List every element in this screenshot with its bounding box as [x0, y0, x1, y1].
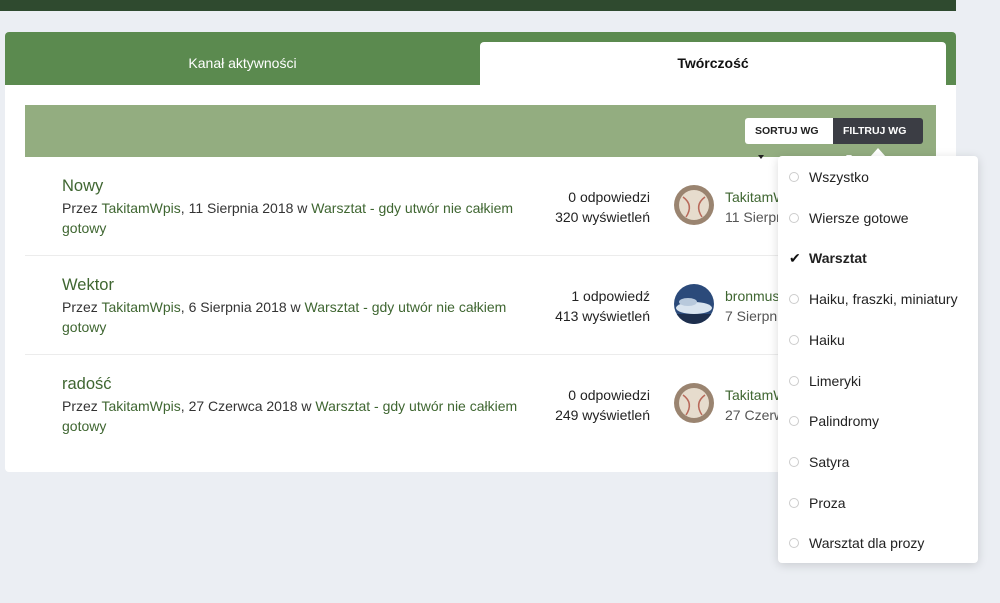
topic-stats: 1 odpowiedź 413 wyświetleń: [495, 286, 650, 326]
avatar[interactable]: [674, 185, 714, 225]
topic-stats: 0 odpowiedzi 320 wyświetleń: [495, 187, 650, 227]
filter-option-label: Satyra: [809, 454, 850, 470]
filter-option-selected[interactable]: ✔ Warsztat: [778, 238, 978, 278]
radio-icon: [789, 498, 799, 508]
filter-button[interactable]: FILTRUJ WG: [833, 118, 923, 160]
filter-dropdown-menu: Wszystko Wiersze gotowe ✔ Warsztat Haiku,…: [778, 156, 978, 563]
topic-author-link[interactable]: TakitamWpis: [101, 299, 180, 315]
sort-button-label: SORTUJ WG: [755, 125, 819, 137]
radio-icon: [789, 213, 799, 223]
filter-option[interactable]: Haiku, fraszki, miniatury: [778, 279, 978, 319]
topic-title[interactable]: radość: [62, 375, 112, 394]
meta-prefix: Przez: [62, 200, 102, 216]
filter-option-label: Palindromy: [809, 413, 880, 429]
sort-button[interactable]: SORTUJ WG: [745, 118, 833, 160]
filter-option[interactable]: Limeryki: [778, 361, 978, 401]
topic-meta: Przez TakitamWpis, 27 Czerwca 2018 w War…: [62, 396, 522, 436]
radio-icon: [789, 416, 799, 426]
topic-meta: Przez TakitamWpis, 6 Sierpnia 2018 w War…: [62, 297, 522, 337]
checkmark-icon: ✔: [789, 250, 801, 266]
filter-option[interactable]: Warsztat dla prozy: [778, 523, 978, 563]
avatar[interactable]: [674, 284, 714, 324]
topic-stats: 0 odpowiedzi 249 wyświetleń: [495, 385, 650, 425]
tab-activity-feed[interactable]: Kanał aktywności: [5, 42, 480, 85]
radio-icon: [789, 538, 799, 548]
view-count: 320 wyświetleń: [555, 209, 650, 225]
topic-date: , 6 Sierpnia 2018 w: [180, 299, 305, 315]
top-bar: [0, 0, 956, 11]
filter-option[interactable]: Haiku: [778, 320, 978, 360]
avatar[interactable]: [674, 383, 714, 423]
filter-button-label: FILTRUJ WG: [843, 125, 907, 137]
topic-author-link[interactable]: TakitamWpis: [101, 200, 180, 216]
filter-option-label: Warsztat: [809, 250, 867, 266]
tab-bar: Kanał aktywności Twórczość: [5, 32, 956, 85]
filter-option-label: Haiku: [809, 332, 845, 348]
filter-option[interactable]: Palindromy: [778, 401, 978, 441]
filter-option-label: Wiersze gotowe: [809, 210, 909, 226]
filter-option-label: Limeryki: [809, 373, 862, 389]
view-count: 413 wyświetleń: [555, 308, 650, 324]
topic-date: , 11 Sierpnia 2018 w: [180, 200, 312, 216]
reply-count: 0 odpowiedzi: [568, 189, 650, 205]
reply-count: 0 odpowiedzi: [568, 387, 650, 403]
filter-option-label: Wszystko: [809, 169, 869, 185]
filter-option[interactable]: Satyra: [778, 442, 978, 482]
filter-option[interactable]: Wiersze gotowe: [778, 198, 978, 238]
radio-icon: [789, 294, 799, 304]
topic-title[interactable]: Wektor: [62, 276, 114, 295]
topic-date: , 27 Czerwca 2018 w: [180, 398, 316, 414]
meta-prefix: Przez: [62, 398, 102, 414]
topic-meta: Przez TakitamWpis, 11 Sierpnia 2018 w Wa…: [62, 198, 522, 238]
filter-option-label: Proza: [809, 495, 846, 511]
topic-title[interactable]: Nowy: [62, 177, 103, 196]
meta-prefix: Przez: [62, 299, 102, 315]
tab-creativity[interactable]: Twórczość: [480, 42, 946, 85]
filter-bar: SORTUJ WG FILTRUJ WG: [25, 105, 936, 160]
radio-icon: [789, 376, 799, 386]
reply-count: 1 odpowiedź: [571, 288, 650, 304]
filter-option[interactable]: Wszystko: [778, 157, 978, 197]
filter-option-label: Warsztat dla prozy: [809, 535, 925, 551]
radio-icon: [789, 172, 799, 182]
filter-option[interactable]: Proza: [778, 483, 978, 523]
topic-author-link[interactable]: TakitamWpis: [101, 398, 180, 414]
radio-icon: [789, 335, 799, 345]
view-count: 249 wyświetleń: [555, 407, 650, 423]
radio-icon: [789, 457, 799, 467]
filter-option-label: Haiku, fraszki, miniatury: [809, 291, 958, 307]
